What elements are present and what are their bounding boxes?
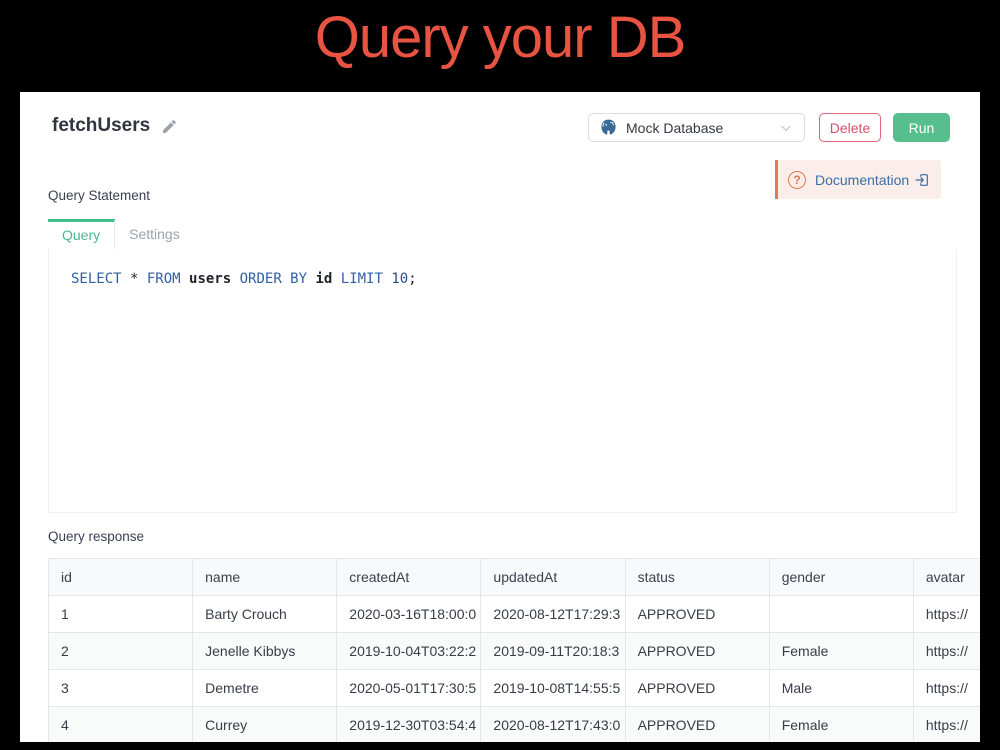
sql-token: 10 [391,271,408,287]
column-header-status: status [625,559,769,596]
cell: https:// [913,633,980,670]
delete-button[interactable]: Delete [819,113,881,142]
edit-pencil-icon[interactable] [161,118,178,135]
sql-token: FROM [147,271,189,287]
run-button[interactable]: Run [893,113,950,142]
table-row: 4 Currey 2019-12-30T03:54:4 2020-08-12T1… [49,707,981,743]
query-response-table-container: id name createdAt updatedAt status gende… [48,558,980,742]
cell: Demetre [193,670,337,707]
cell: https:// [913,596,980,633]
sql-token: SELECT [71,271,130,287]
cell: Barty Crouch [193,596,337,633]
cell: 2019-10-04T03:22:2 [337,633,481,670]
sql-token: * [130,271,147,287]
cell: Female [769,633,913,670]
query-editor-panel: fetchUsers Mock Database Delete Run ? Do… [20,92,980,742]
cell: Jenelle Kibbys [193,633,337,670]
cell: 2 [49,633,193,670]
table-row: 2 Jenelle Kibbys 2019-10-04T03:22:2 2019… [49,633,981,670]
query-statement-label: Query Statement [48,188,150,203]
postgresql-icon [599,118,618,137]
column-header-createdat: createdAt [337,559,481,596]
page-title: Query your DB [0,4,1000,71]
sql-token: id [315,271,340,287]
cell: APPROVED [625,707,769,743]
query-name: fetchUsers [52,115,150,137]
cell: https:// [913,670,980,707]
editor-tabs: Query Settings [48,219,957,250]
column-header-name: name [193,559,337,596]
sql-token: ORDER BY [240,271,316,287]
sql-token: users [189,271,240,287]
cell: APPROVED [625,596,769,633]
column-header-avatar: avatar [913,559,980,596]
sql-token: ; [408,271,416,287]
cell: Female [769,707,913,743]
tab-query[interactable]: Query [48,219,115,249]
cell: 1 [49,596,193,633]
cell: Currey [193,707,337,743]
table-row: 1 Barty Crouch 2020-03-16T18:00:0 2020-0… [49,596,981,633]
sql-token: LIMIT [341,271,392,287]
documentation-label: Documentation [815,172,909,188]
cell: 2019-09-11T20:18:3 [481,633,625,670]
cell: 2020-05-01T17:30:5 [337,670,481,707]
cell: 4 [49,707,193,743]
chevron-down-icon [778,120,794,136]
column-header-updatedat: updatedAt [481,559,625,596]
cell: 2019-10-08T14:55:5 [481,670,625,707]
tab-settings[interactable]: Settings [115,219,194,249]
column-header-gender: gender [769,559,913,596]
open-docs-icon [914,172,930,188]
cell: https:// [913,707,980,743]
question-circle-icon: ? [788,171,806,189]
resource-selector-dropdown[interactable]: Mock Database [588,113,805,142]
sql-statement: SELECT * FROM users ORDER BY id LIMIT 10… [71,271,417,287]
cell: 3 [49,670,193,707]
cell: Male [769,670,913,707]
cell: 2019-12-30T03:54:4 [337,707,481,743]
sql-code-editor[interactable]: SELECT * FROM users ORDER BY id LIMIT 10… [48,249,957,513]
column-header-id: id [49,559,193,596]
cell: 2020-08-12T17:29:3 [481,596,625,633]
cell: APPROVED [625,670,769,707]
query-response-label: Query response [48,529,144,544]
cell: 2020-08-12T17:43:0 [481,707,625,743]
cell: 2020-03-16T18:00:0 [337,596,481,633]
query-response-table: id name createdAt updatedAt status gende… [48,558,980,742]
resource-selector-value: Mock Database [626,120,778,136]
table-row: 3 Demetre 2020-05-01T17:30:5 2019-10-08T… [49,670,981,707]
cell [769,596,913,633]
cell: APPROVED [625,633,769,670]
documentation-link[interactable]: ? Documentation [775,160,941,199]
table-header-row: id name createdAt updatedAt status gende… [49,559,981,596]
